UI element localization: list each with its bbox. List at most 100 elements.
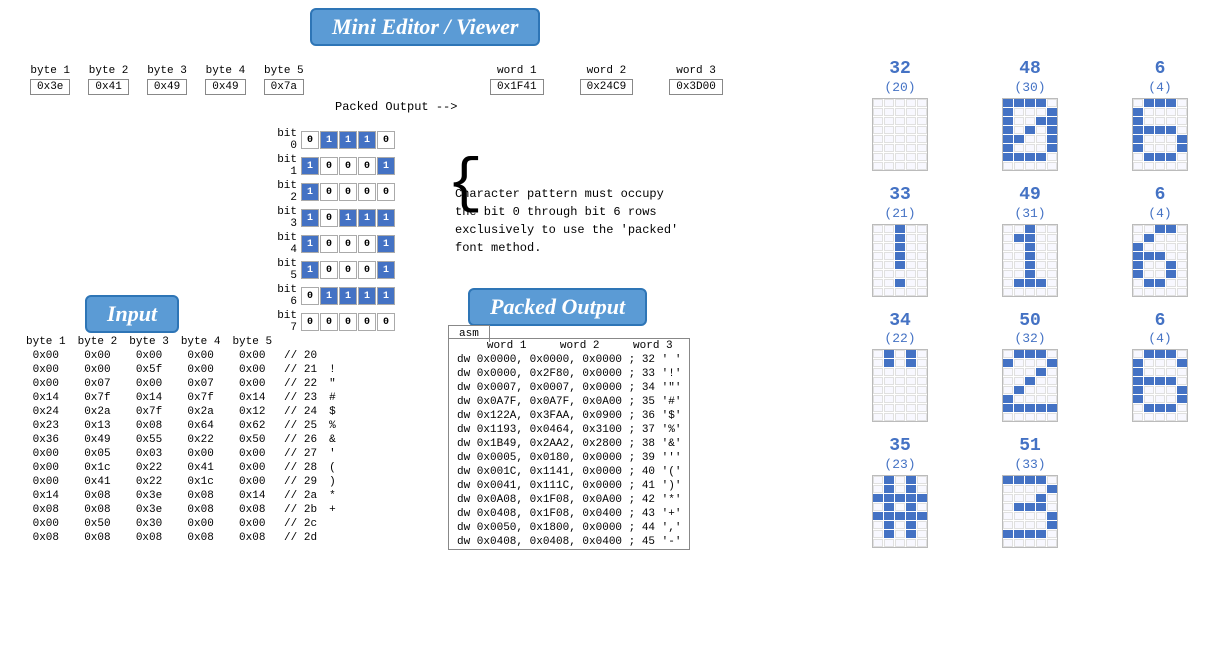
table-row: 0x360x490x550x220x50// 26&: [20, 433, 342, 447]
pixel-cell: [1036, 359, 1046, 367]
pixel-cell: [1003, 521, 1013, 529]
pixel-cell: [1003, 126, 1013, 134]
table-row: dw 0x0A08, 0x1F08, 0x0A00 ; 42 '*': [449, 493, 690, 507]
bit-cell: 0: [301, 287, 319, 305]
pixel-cell: [1036, 234, 1046, 242]
pixel-cell: [1025, 521, 1035, 529]
table-cell: 0x00: [175, 349, 227, 363]
pixel-grid: [872, 349, 928, 422]
table-cell: 0x55: [123, 433, 175, 447]
table-cell: 0x5f: [123, 363, 175, 377]
pixel-cell: [895, 234, 905, 242]
pixel-cell: [1144, 225, 1154, 233]
pixel-cell: [884, 395, 894, 403]
pixel-cell: [1155, 117, 1165, 125]
pixel-cell: [873, 512, 883, 520]
pixel-cell: [1133, 386, 1143, 394]
pixel-cell: [895, 99, 905, 107]
table-cell: 0x00: [226, 349, 278, 363]
pixel-cell: [884, 485, 894, 493]
pixel-cell: [1144, 377, 1154, 385]
pixel-cell: [917, 225, 927, 233]
pixel-cell: [1155, 279, 1165, 287]
pixel-cell: [906, 288, 916, 296]
bit-cell: 0: [358, 157, 376, 175]
pixel-cell: [884, 503, 894, 511]
table-cell: 0x24: [20, 405, 72, 419]
pixel-cell: [1003, 288, 1013, 296]
pixel-cell: [1025, 108, 1035, 116]
pixel-cell: [906, 503, 916, 511]
pixel-cell: [906, 117, 916, 125]
pixel-cell: [1025, 288, 1035, 296]
pixel-cell: [884, 126, 894, 134]
pixel-cell: [906, 350, 916, 358]
table-cell: 0x30: [123, 517, 175, 531]
top-word-3-value: 0x3D00: [669, 79, 723, 95]
pixel-cell: [884, 270, 894, 278]
pixel-cell: [1025, 386, 1035, 394]
table-row: 0x000x000x000x000x00// 20: [20, 349, 342, 363]
pixel-cell: [1155, 108, 1165, 116]
pixel-cell: [1166, 288, 1176, 296]
pixel-grid: [872, 224, 928, 297]
bit-row: bit 700000: [265, 310, 396, 334]
pixel-cell: [1047, 252, 1057, 260]
pixel-cell: [1177, 288, 1187, 296]
table-cell: // 25: [278, 419, 323, 433]
pixel-cell: [1166, 162, 1176, 170]
pixel-cell: [1025, 279, 1035, 287]
pixel-cell: [873, 368, 883, 376]
pixel-cell: [1014, 503, 1024, 511]
packed-table-cell: dw 0x0050, 0x1800, 0x0000 ; 44 ',': [449, 521, 690, 535]
table-cell: 0x00: [72, 363, 124, 377]
table-cell: [323, 517, 342, 531]
pixel-cell: [884, 494, 894, 502]
pixel-cell: [1047, 530, 1057, 538]
pixel-cell: [1155, 404, 1165, 412]
pixel-cell: [1003, 153, 1013, 161]
table-row: dw 0x1193, 0x0464, 0x3100 ; 37 '%': [449, 423, 690, 437]
table-cell: %: [323, 419, 342, 433]
pixel-cell: [895, 386, 905, 394]
pixel-cell: [884, 368, 894, 376]
bit-cell: 0: [358, 261, 376, 279]
pixel-cell: [1177, 243, 1187, 251]
pixel-cell: [917, 386, 927, 394]
top-byte-3-label: byte 3: [147, 65, 187, 77]
pixel-cell: [1133, 135, 1143, 143]
pixel-cell: [884, 377, 894, 385]
table-cell: 0x08: [72, 531, 124, 545]
top-byte-1-label: byte 1: [30, 65, 70, 77]
right-pixel-grids: 32(20)48(30)6(4)33(21)49(31)6(4)34(22)50…: [845, 60, 1215, 640]
pixel-cell: [1144, 350, 1154, 358]
pixel-cell: [1144, 413, 1154, 421]
table-cell: 0x41: [72, 475, 124, 489]
pixel-cell: [917, 252, 927, 260]
pixel-grid: [1002, 475, 1058, 548]
top-byte-3-value: 0x49: [147, 79, 187, 95]
char-sub: (31): [1014, 206, 1045, 221]
pixel-cell: [1177, 108, 1187, 116]
table-cell: 0x08: [226, 531, 278, 545]
table-cell: // 23: [278, 391, 323, 405]
pixel-cell: [1014, 279, 1024, 287]
char-pattern-note: Character pattern must occupy the bit 0 …: [455, 185, 685, 257]
pixel-cell: [1014, 270, 1024, 278]
bit-cell: 1: [358, 287, 376, 305]
bit-cell: 0: [301, 313, 319, 331]
packed-table-header: word 1: [470, 339, 543, 354]
pixel-cell: [1025, 135, 1035, 143]
table-row: 0x000x500x300x000x00// 2c: [20, 517, 342, 531]
char-sub: (4): [1148, 206, 1171, 221]
pixel-cell: [895, 404, 905, 412]
packed-table-header-row: word 1word 2word 3: [449, 339, 690, 354]
table-cell: 0x00: [20, 461, 72, 475]
pixel-cell: [1155, 395, 1165, 403]
pixel-cell: [906, 386, 916, 394]
bit-cell: 0: [320, 235, 338, 253]
pixel-cell: [884, 117, 894, 125]
pixel-cell: [1025, 270, 1035, 278]
top-byte-1: byte 1 0x3e: [30, 65, 70, 95]
packed-output-label-box: Packed Output: [468, 288, 647, 326]
